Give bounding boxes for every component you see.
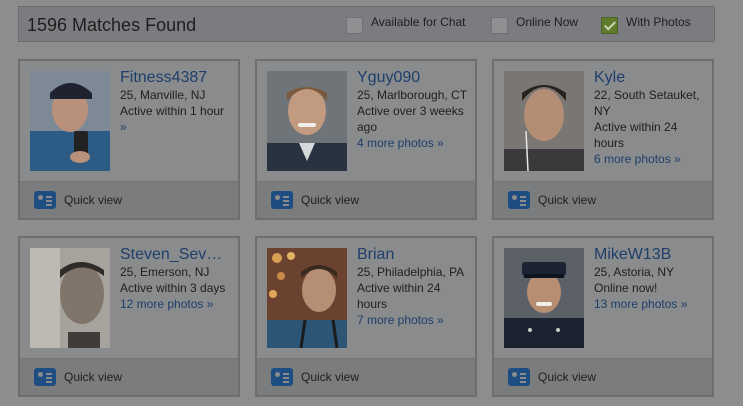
more-photos-link[interactable]: 4 more photos »: [357, 135, 473, 151]
filter-online-now[interactable]: Online Now: [491, 15, 578, 34]
profile-card-icon: [34, 191, 56, 209]
profile-details: 25, Manville, NJ: [120, 88, 206, 102]
profile-activity: Online now!: [594, 281, 658, 295]
more-photos-link[interactable]: »: [120, 119, 236, 135]
quick-view-label: Quick view: [538, 193, 597, 207]
online-now-checkbox[interactable]: [491, 17, 508, 34]
more-photos-link[interactable]: 6 more photos »: [594, 151, 710, 167]
profile-photo[interactable]: [30, 71, 110, 171]
results-header-bar: 1596 Matches Found Available for Chat On…: [18, 6, 715, 42]
profile-activity: Active within 24 hours: [594, 120, 678, 150]
profile-card-icon: [271, 368, 293, 386]
profile-name[interactable]: Brian: [357, 246, 473, 264]
available-for-chat-checkbox[interactable]: [346, 17, 363, 34]
profile-photo[interactable]: [504, 71, 584, 171]
online-now-label: Online Now: [516, 15, 579, 29]
profile-card-icon: [34, 368, 56, 386]
quick-view-button[interactable]: Quick view: [257, 358, 475, 395]
profile-card-icon: [271, 191, 293, 209]
profile-activity: Active over 3 weeks ago: [357, 104, 464, 134]
quick-view-button[interactable]: Quick view: [20, 358, 238, 395]
filter-available-for-chat[interactable]: Available for Chat: [346, 15, 466, 34]
quick-view-label: Quick view: [64, 370, 123, 384]
profile-name[interactable]: Kyle: [594, 69, 710, 87]
more-photos-link[interactable]: 7 more photos »: [357, 312, 473, 328]
quick-view-label: Quick view: [538, 370, 597, 384]
profile-details: 25, Astoria, NY: [594, 265, 675, 279]
profile-card-icon: [508, 368, 530, 386]
profile-photo[interactable]: [30, 248, 110, 348]
more-photos-link[interactable]: 13 more photos »: [594, 296, 710, 312]
profile-photo[interactable]: [267, 248, 347, 348]
profile-card: Fitness4387 25, Manville, NJ Active with…: [18, 59, 240, 220]
profile-card: Steven_Sev… 25, Emerson, NJ Active withi…: [18, 236, 240, 397]
profile-card: MikeW13B 25, Astoria, NY Online now! 13 …: [492, 236, 714, 397]
profile-card: Brian 25, Philadelphia, PA Active within…: [255, 236, 477, 397]
profile-name[interactable]: MikeW13B: [594, 246, 710, 264]
with-photos-label: With Photos: [626, 15, 691, 29]
quick-view-button[interactable]: Quick view: [20, 181, 238, 218]
available-for-chat-label: Available for Chat: [371, 15, 466, 29]
quick-view-label: Quick view: [64, 193, 123, 207]
quick-view-button[interactable]: Quick view: [494, 358, 712, 395]
profile-details: 25, Emerson, NJ: [120, 265, 210, 279]
profile-name[interactable]: Fitness4387: [120, 69, 236, 87]
filter-with-photos[interactable]: With Photos: [601, 15, 691, 34]
profile-activity: Active within 1 hour: [120, 104, 225, 118]
profile-card: Yguy090 25, Marlborough, CT Active over …: [255, 59, 477, 220]
quick-view-button[interactable]: Quick view: [494, 181, 712, 218]
matches-count: 1596 Matches Found: [27, 15, 197, 35]
profile-card: Kyle 22, South Setauket, NY Active withi…: [492, 59, 714, 220]
more-photos-link[interactable]: 12 more photos »: [120, 296, 236, 312]
with-photos-checkbox[interactable]: [601, 17, 618, 34]
profile-card-icon: [508, 191, 530, 209]
profile-photo[interactable]: [504, 248, 584, 348]
profile-photo[interactable]: [267, 71, 347, 171]
profile-name[interactable]: Yguy090: [357, 69, 473, 87]
profile-details: 25, Philadelphia, PA: [357, 265, 465, 279]
profile-activity: Active within 24 hours: [357, 281, 441, 311]
profile-details: 22, South Setauket, NY: [594, 88, 700, 118]
profile-activity: Active within 3 days: [120, 281, 226, 295]
quick-view-button[interactable]: Quick view: [257, 181, 475, 218]
quick-view-label: Quick view: [301, 370, 360, 384]
profile-details: 25, Marlborough, CT: [357, 88, 468, 102]
profile-name[interactable]: Steven_Sev…: [120, 246, 236, 264]
quick-view-label: Quick view: [301, 193, 360, 207]
